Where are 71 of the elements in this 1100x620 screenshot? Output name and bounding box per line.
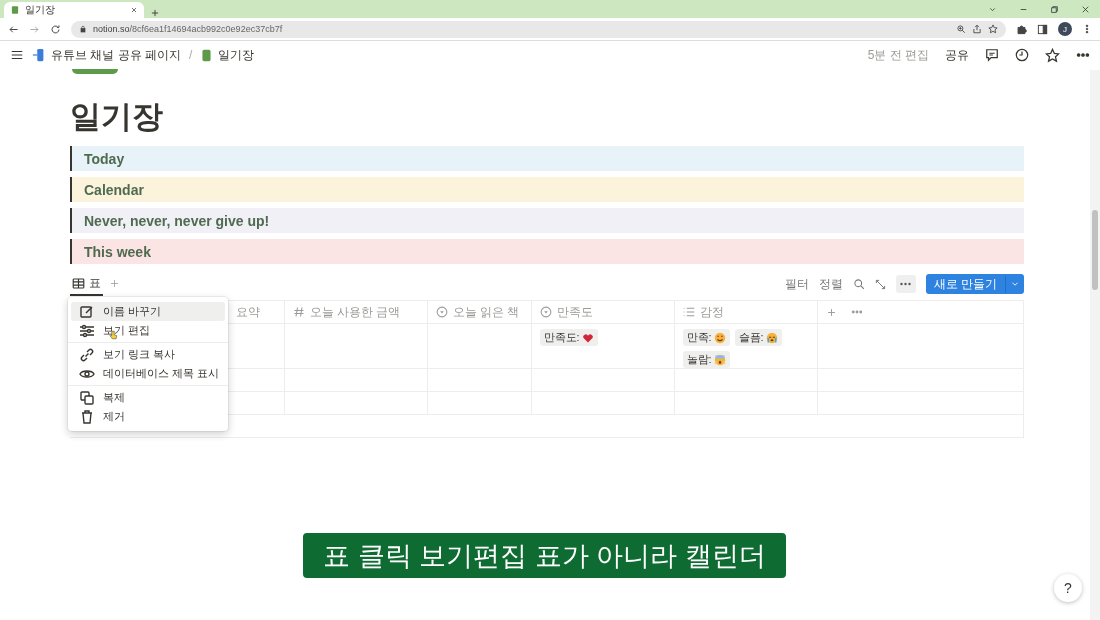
callout-block: Today — [70, 146, 1024, 171]
menu-item[interactable]: 이름 바꾸기 — [71, 302, 225, 321]
heart-icon — [581, 331, 594, 344]
tag: 슬픔: — [734, 329, 782, 346]
comment-icon — [985, 48, 999, 62]
scrollbar-thumb[interactable] — [1092, 210, 1098, 290]
lock-icon — [79, 25, 87, 33]
tag: 만족도: — [539, 329, 598, 346]
share-button[interactable]: 공유 — [945, 46, 969, 64]
browser-tab[interactable]: 일기장 — [4, 2, 144, 18]
clock-icon — [1015, 48, 1029, 62]
reload-icon — [50, 23, 61, 35]
forward-icon — [29, 23, 40, 35]
more-button[interactable] — [895, 275, 916, 293]
crying-face-icon — [765, 331, 778, 344]
screaming-face-icon — [713, 353, 726, 366]
star-icon — [988, 24, 998, 34]
hash-icon — [292, 306, 305, 318]
breadcrumb-separator: / — [189, 48, 193, 62]
edit-icon — [79, 303, 95, 320]
new-button[interactable]: 새로 만들기 — [925, 274, 1024, 294]
add-view-icon — [109, 278, 120, 289]
edited-time: 5분 전 편집 — [867, 46, 929, 64]
menu-item[interactable]: 복제 — [71, 388, 225, 407]
dropdown-icon — [435, 306, 448, 318]
menu-icon — [10, 48, 24, 62]
page-title: 일기장 — [70, 98, 164, 136]
menu-item[interactable]: 보기 링크 복사 — [71, 345, 225, 364]
phone-icon — [32, 48, 46, 62]
smiley-icon — [713, 331, 726, 344]
help-button[interactable]: ? — [1054, 574, 1082, 602]
tag: 놀람: — [682, 351, 730, 368]
dropdown-icon — [539, 306, 552, 318]
sliders-icon — [79, 322, 95, 339]
callout-block: Calendar — [70, 177, 1024, 202]
table-icon — [72, 276, 85, 290]
new-tab-icon — [150, 8, 160, 18]
menu-item[interactable]: 제거 — [71, 407, 225, 426]
subtitle-caption: 표 클릭 보기편집 표가 아니라 캘린더 — [301, 531, 788, 580]
filter-button[interactable]: 필터 — [784, 275, 809, 293]
menu-item[interactable]: 보기 편집 — [71, 321, 225, 340]
menu-item[interactable]: 데이터베이스 제목 표시 — [71, 364, 225, 383]
add-column-icon — [825, 306, 837, 318]
copy-icon — [79, 389, 95, 406]
close-icon — [130, 6, 138, 14]
tag: 만족: — [682, 329, 730, 346]
search-icon — [852, 278, 865, 290]
callout-block: This week — [70, 239, 1024, 264]
close-icon — [1081, 4, 1090, 14]
link-icon — [79, 346, 95, 363]
expand-icon — [874, 278, 886, 290]
restore-icon — [1050, 4, 1059, 14]
profile-avatar[interactable]: J — [1058, 22, 1072, 36]
more-icon — [900, 282, 912, 286]
book-icon — [10, 5, 20, 15]
sort-button[interactable]: 정렬 — [818, 275, 843, 293]
zoom-icon — [956, 24, 966, 34]
list-icon — [682, 306, 695, 318]
view-tab[interactable]: 표 — [70, 272, 103, 296]
sidebar-icon — [1037, 23, 1048, 35]
callout-block: Never, never, never give up! — [70, 208, 1024, 233]
breadcrumb-link[interactable]: 일기장 — [218, 46, 255, 64]
book-icon — [200, 48, 214, 62]
trash-icon — [79, 408, 95, 425]
breadcrumb-link[interactable]: 유튜브 채널 공유 페이지 — [51, 46, 181, 64]
puzzle-icon — [1016, 23, 1027, 35]
back-icon — [8, 23, 19, 35]
address-bar[interactable]: notion.so/8cf6ea1f14694acb992c0e92ec37cb7f — [71, 20, 1006, 38]
page-icon[interactable] — [72, 69, 118, 74]
star-icon — [1045, 47, 1060, 63]
share-icon — [972, 24, 982, 34]
